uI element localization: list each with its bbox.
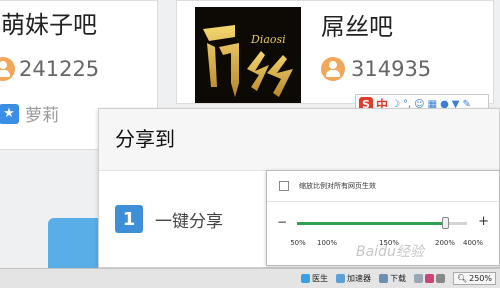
- status-doctor-label: 医生: [311, 274, 328, 283]
- accelerator-icon: [335, 274, 345, 283]
- status-bar: 医生 加速器 下载 🔍︎ 250%: [0, 268, 500, 288]
- zoom-out-button[interactable]: −: [277, 215, 287, 229]
- zoom-slider[interactable]: [297, 217, 467, 229]
- download-icon: [378, 274, 388, 283]
- apply-all-pages-label: 缩放比例对所有网页生效: [299, 182, 376, 190]
- user-row: ★ 萝莉: [0, 101, 59, 126]
- magnifier-icon: 🔍︎: [456, 274, 468, 283]
- bookmark-icon: [424, 274, 434, 283]
- username[interactable]: 萝莉: [25, 101, 59, 126]
- member-count-row: 241225: [0, 57, 99, 81]
- status-doctor[interactable]: 医生: [300, 273, 328, 284]
- zoom-tick-label: 200%: [434, 239, 456, 247]
- logo-text: Diaosi: [250, 33, 286, 46]
- status-accelerator[interactable]: 加速器: [335, 273, 371, 284]
- forum-logo[interactable]: Diaosi: [195, 7, 301, 103]
- member-count: 314935: [351, 57, 432, 81]
- zoom-tick-label: 50%: [290, 239, 306, 247]
- forum-title[interactable]: 萌妹子吧: [1, 5, 97, 40]
- status-accelerator-label: 加速器: [346, 274, 371, 283]
- doctor-icon: [300, 274, 310, 283]
- one-click-share-button[interactable]: 1 一键分享: [115, 205, 223, 233]
- zoom-tick-label: 100%: [316, 239, 338, 247]
- member-count: 241225: [19, 57, 100, 81]
- blue-panel-edge: [48, 218, 100, 270]
- zoom-slider-fill: [297, 222, 445, 225]
- divider: [267, 201, 499, 202]
- zoom-level-value: 250%: [469, 274, 492, 283]
- one-click-share-icon: 1: [115, 205, 143, 233]
- star-icon: ★: [0, 103, 19, 124]
- zoom-level-button[interactable]: 🔍︎ 250%: [452, 272, 496, 285]
- person-icon: [0, 57, 15, 81]
- one-click-share-label: 一键分享: [155, 211, 223, 232]
- window-icon: [413, 274, 423, 283]
- apply-all-pages-option[interactable]: 缩放比例对所有网页生效: [279, 181, 376, 191]
- status-download[interactable]: 下载: [378, 273, 406, 284]
- apply-all-pages-checkbox[interactable]: [279, 181, 289, 191]
- zoom-tick-label: 400%: [462, 239, 484, 247]
- status-extra[interactable]: [413, 274, 445, 283]
- member-count-row: 314935: [321, 57, 431, 81]
- status-download-label: 下载: [389, 274, 406, 283]
- forum-card-right[interactable]: Diaosi 屌丝吧 314935: [176, 0, 494, 104]
- zoom-in-button[interactable]: +: [478, 214, 489, 229]
- zoom-slider-thumb[interactable]: [441, 217, 449, 229]
- forum-title[interactable]: 屌丝吧: [321, 7, 393, 42]
- baidu-watermark: Baidu经验: [356, 244, 424, 260]
- speaker-icon: [435, 274, 445, 283]
- share-popup-title: 分享到: [99, 109, 499, 171]
- browser-viewport: 萌妹子吧 241225 ★ 萝莉 Diaosi 屌丝吧 314935 S 中 ☽…: [0, 0, 500, 288]
- person-icon: [321, 57, 345, 81]
